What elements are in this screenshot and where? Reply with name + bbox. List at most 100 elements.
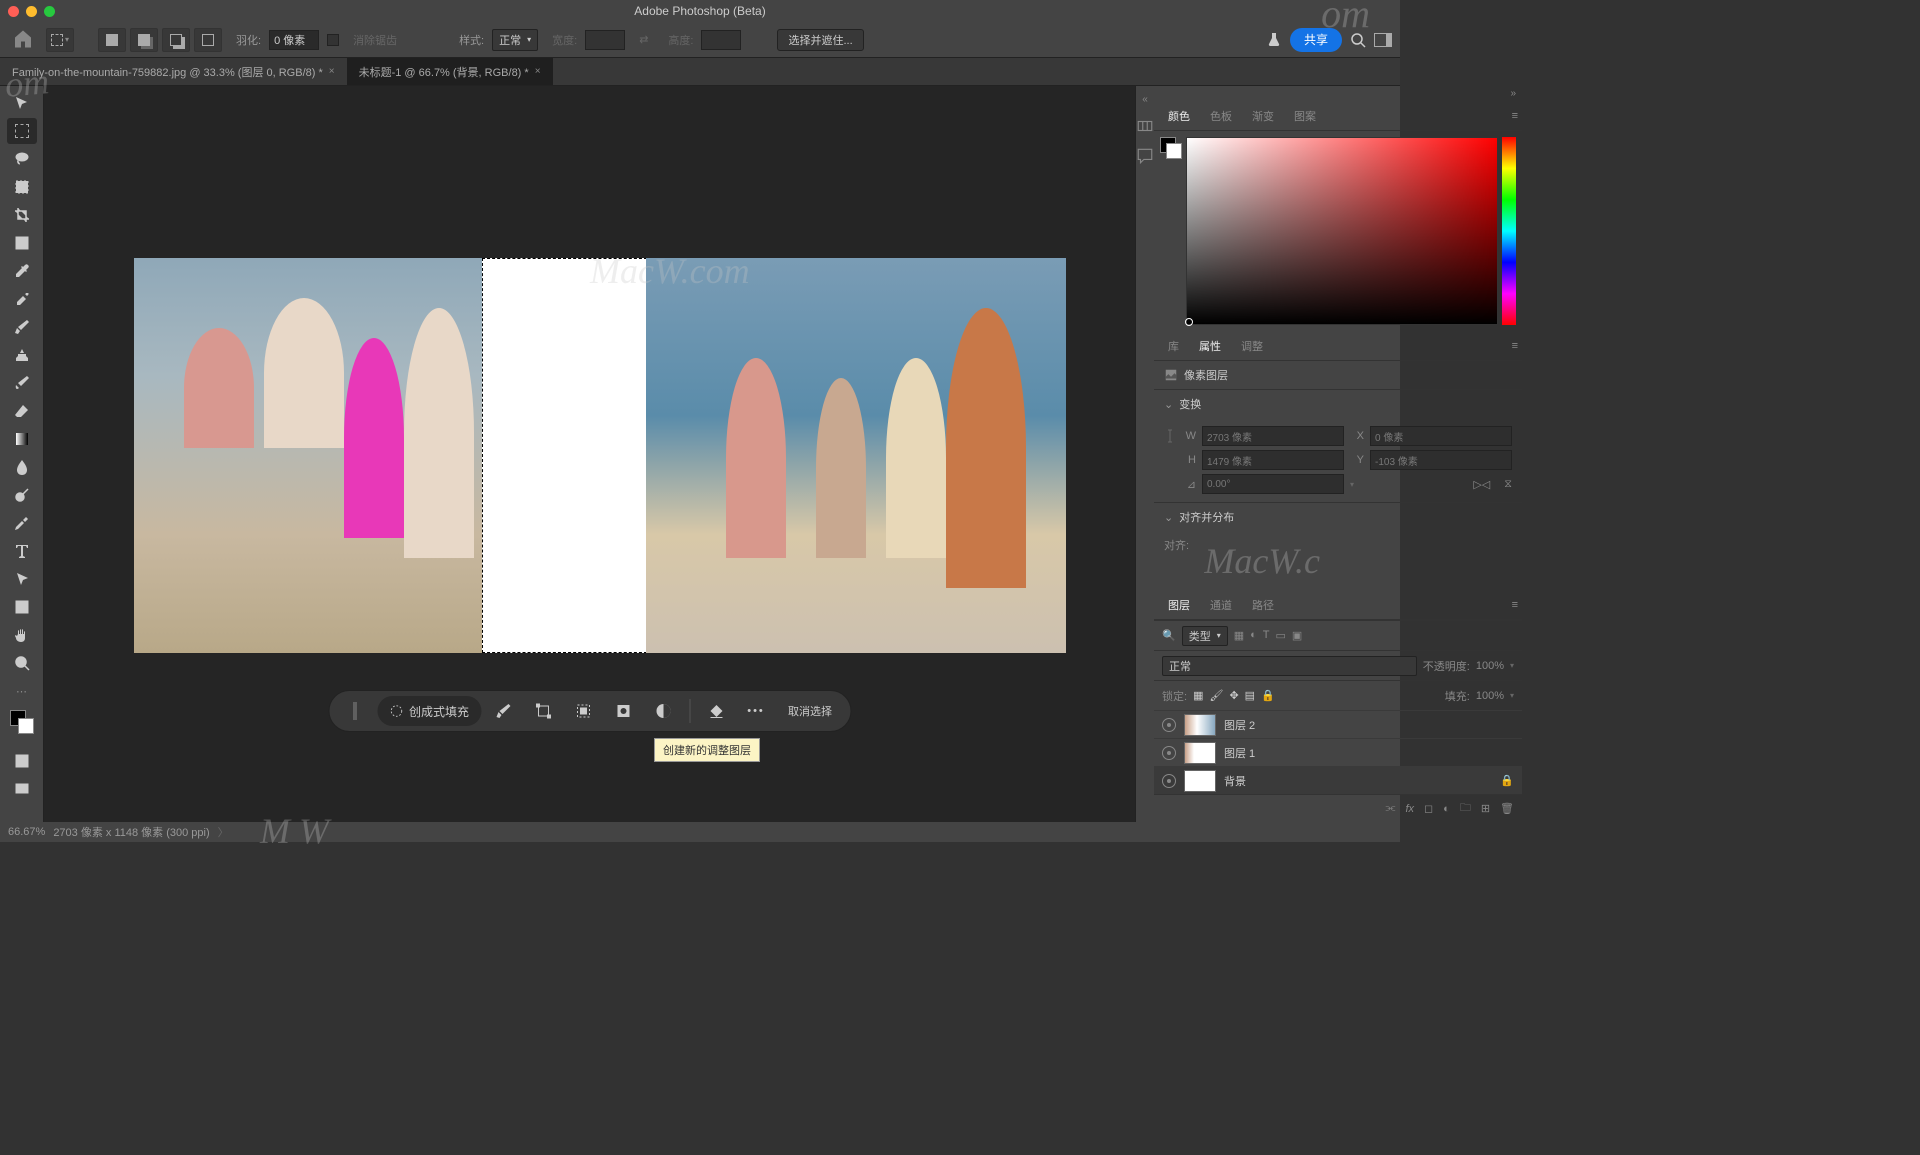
layer-row-2[interactable]: 图层 2 bbox=[1154, 710, 1522, 738]
hue-slider[interactable] bbox=[1502, 137, 1516, 325]
style-dropdown[interactable]: 正常▾ bbox=[492, 29, 538, 51]
selection-marquee[interactable] bbox=[482, 258, 647, 653]
align-section[interactable]: ⌄对齐并分布 bbox=[1154, 503, 1522, 531]
tab-color[interactable]: 颜色 bbox=[1158, 101, 1200, 130]
dodge-tool[interactable] bbox=[7, 482, 37, 508]
fill-selection-icon[interactable] bbox=[698, 693, 734, 729]
angle-input[interactable] bbox=[1202, 474, 1344, 494]
adjustment-layer-icon[interactable]: ◐ bbox=[1443, 803, 1450, 815]
screen-mode[interactable] bbox=[7, 776, 37, 802]
beaker-icon[interactable] bbox=[1266, 32, 1282, 48]
lock-image-icon[interactable]: 🖌 bbox=[1209, 689, 1223, 702]
flip-horizontal-icon[interactable]: ▷◁ bbox=[1473, 478, 1490, 491]
learn-icon[interactable] bbox=[1136, 117, 1154, 135]
height-input[interactable] bbox=[1202, 450, 1344, 470]
search-icon[interactable] bbox=[1350, 32, 1366, 48]
filter-type-icon[interactable]: T bbox=[1263, 629, 1270, 642]
tab-layers[interactable]: 图层 bbox=[1158, 590, 1200, 619]
canvas-area[interactable]: 创成式填充 ••• 取消选择 创建新的调整图层 bbox=[44, 86, 1135, 822]
delete-layer-icon[interactable]: 🗑 bbox=[1500, 802, 1514, 815]
comments-icon[interactable] bbox=[1136, 147, 1154, 165]
minimize-window[interactable] bbox=[26, 6, 37, 17]
crop-tool[interactable] bbox=[7, 202, 37, 228]
collapse-panels[interactable]: » bbox=[1154, 86, 1522, 101]
zoom-tool[interactable] bbox=[7, 650, 37, 676]
link-layers-icon[interactable]: ⫘ bbox=[1386, 802, 1396, 815]
add-selection[interactable] bbox=[130, 28, 158, 52]
foreground-background-colors[interactable] bbox=[10, 710, 34, 734]
layer-row-background[interactable]: 背景 🔒 bbox=[1154, 766, 1522, 794]
select-subject-icon[interactable] bbox=[485, 693, 521, 729]
tab-adjustments[interactable]: 调整 bbox=[1231, 331, 1273, 360]
lock-position-icon[interactable]: ✥ bbox=[1229, 689, 1238, 702]
layer-thumbnail[interactable] bbox=[1184, 742, 1216, 764]
tab-swatches[interactable]: 色板 bbox=[1200, 101, 1242, 130]
eyedropper-tool[interactable] bbox=[7, 258, 37, 284]
edit-toolbar[interactable]: ⋯ bbox=[7, 678, 37, 704]
transform-selection-icon[interactable] bbox=[525, 693, 561, 729]
filter-smart-icon[interactable]: ▣ bbox=[1292, 629, 1302, 642]
marquee-tool[interactable] bbox=[7, 118, 37, 144]
visibility-icon[interactable] bbox=[1162, 718, 1176, 732]
intersect-selection[interactable] bbox=[194, 28, 222, 52]
lock-all-icon[interactable]: 🔒 bbox=[1261, 689, 1275, 702]
tab-properties[interactable]: 属性 bbox=[1189, 331, 1231, 360]
y-input[interactable] bbox=[1370, 450, 1512, 470]
brush-tool[interactable] bbox=[7, 314, 37, 340]
flip-vertical-icon[interactable]: ⧖ bbox=[1504, 478, 1512, 491]
shape-tool[interactable] bbox=[7, 594, 37, 620]
close-icon[interactable]: × bbox=[329, 66, 335, 77]
color-field[interactable] bbox=[1186, 137, 1498, 325]
transform-section[interactable]: ⌄变换 bbox=[1154, 390, 1522, 418]
layer-name[interactable]: 背景 bbox=[1224, 773, 1246, 789]
filter-adjustment-icon[interactable]: ◐ bbox=[1250, 629, 1257, 642]
type-tool[interactable] bbox=[7, 538, 37, 564]
search-icon[interactable]: 🔍 bbox=[1162, 629, 1176, 642]
history-brush-tool[interactable] bbox=[7, 370, 37, 396]
lasso-tool[interactable] bbox=[7, 146, 37, 172]
visibility-icon[interactable] bbox=[1162, 774, 1176, 788]
tab-paths[interactable]: 路径 bbox=[1242, 590, 1284, 619]
maximize-window[interactable] bbox=[44, 6, 55, 17]
layer-thumbnail[interactable] bbox=[1184, 714, 1216, 736]
close-icon[interactable]: × bbox=[535, 66, 541, 77]
lock-transparent-icon[interactable]: ▦ bbox=[1193, 689, 1203, 702]
width-input[interactable] bbox=[1202, 426, 1344, 446]
healing-brush-tool[interactable] bbox=[7, 286, 37, 312]
gradient-tool[interactable] bbox=[7, 426, 37, 452]
layer-mask-icon[interactable]: ◻ bbox=[1424, 802, 1433, 815]
blur-tool[interactable] bbox=[7, 454, 37, 480]
panel-menu-icon[interactable]: ≡ bbox=[1512, 340, 1518, 352]
feather-input[interactable] bbox=[269, 30, 319, 50]
path-selection-tool[interactable] bbox=[7, 566, 37, 592]
panel-menu-icon[interactable]: ≡ bbox=[1512, 110, 1518, 122]
move-tool[interactable] bbox=[7, 90, 37, 116]
drag-handle[interactable] bbox=[337, 693, 373, 729]
subtract-selection[interactable] bbox=[162, 28, 190, 52]
layer-name[interactable]: 图层 2 bbox=[1224, 717, 1255, 733]
visibility-icon[interactable] bbox=[1162, 746, 1176, 760]
layer-style-icon[interactable]: fx bbox=[1405, 803, 1414, 815]
canvas[interactable] bbox=[134, 258, 1066, 653]
hand-tool[interactable] bbox=[7, 622, 37, 648]
filter-shape-icon[interactable]: ▭ bbox=[1276, 629, 1286, 642]
select-and-mask-button[interactable]: 选择并遮住... bbox=[777, 29, 863, 51]
new-layer-icon[interactable]: ⊞ bbox=[1481, 802, 1490, 815]
x-input[interactable] bbox=[1370, 426, 1512, 446]
panel-menu-icon[interactable]: ≡ bbox=[1512, 599, 1518, 611]
tab-channels[interactable]: 通道 bbox=[1200, 590, 1242, 619]
tab-family-mountain[interactable]: Family-on-the-mountain-759882.jpg @ 33.3… bbox=[0, 58, 347, 85]
tab-untitled-1[interactable]: 未标题-1 @ 66.7% (背景, RGB/8) *× bbox=[347, 58, 553, 85]
new-selection[interactable] bbox=[98, 28, 126, 52]
mask-icon[interactable] bbox=[605, 693, 641, 729]
antialias-checkbox[interactable] bbox=[327, 34, 339, 46]
blend-mode-dropdown[interactable]: 正常 bbox=[1162, 656, 1417, 676]
tab-libraries[interactable]: 库 bbox=[1158, 331, 1189, 360]
eraser-tool[interactable] bbox=[7, 398, 37, 424]
filter-type-dropdown[interactable]: 类型▾ bbox=[1182, 626, 1228, 646]
more-options-icon[interactable]: ••• bbox=[738, 693, 774, 729]
layer-name[interactable]: 图层 1 bbox=[1224, 745, 1255, 761]
deselect-button[interactable]: 取消选择 bbox=[778, 693, 842, 729]
tab-patterns[interactable]: 图案 bbox=[1284, 101, 1326, 130]
fg-bg-swatch[interactable] bbox=[1160, 137, 1182, 159]
